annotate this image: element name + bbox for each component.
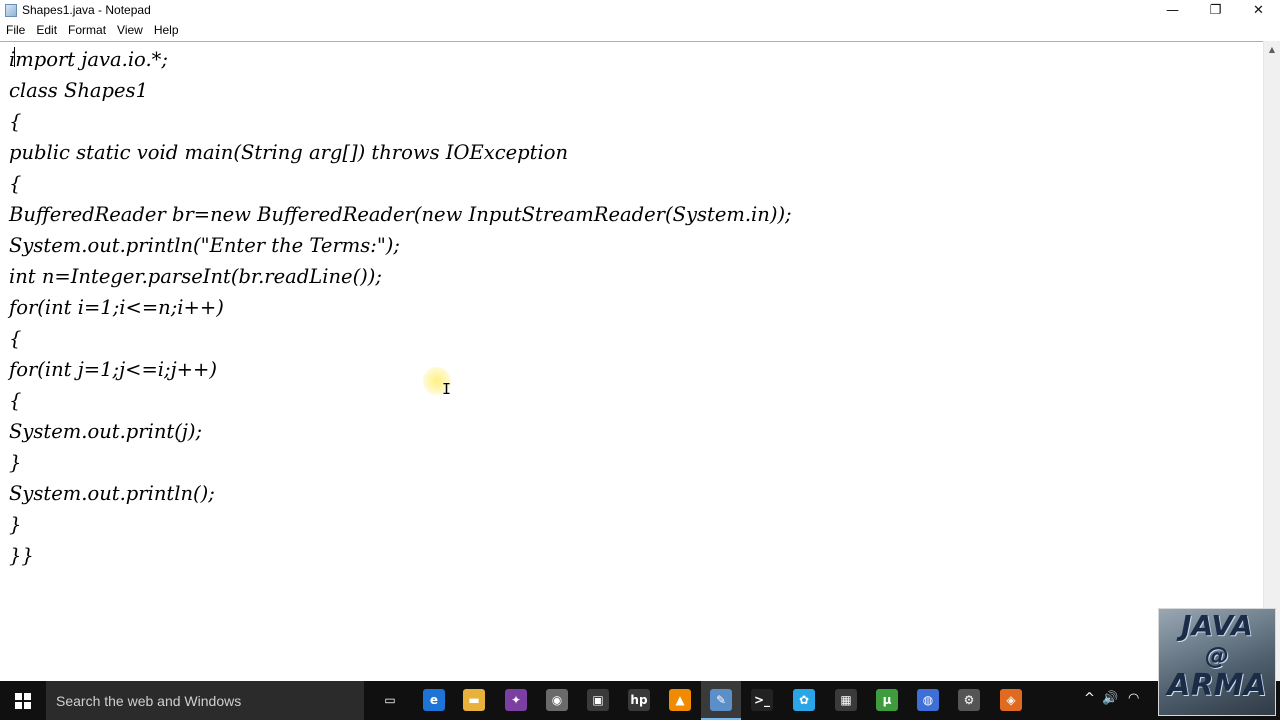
menu-help[interactable]: Help bbox=[148, 20, 184, 40]
code-text[interactable]: import java.io.*; class Shapes1 { public st… bbox=[9, 44, 792, 571]
code-line: System.out.println(); bbox=[9, 482, 215, 505]
ibeam-cursor-icon: I bbox=[442, 380, 452, 398]
tray-chevron-icon[interactable]: ^ bbox=[1084, 691, 1095, 706]
taskbar-app-1-icon[interactable]: ✦ bbox=[505, 689, 527, 711]
code-line: } bbox=[9, 451, 22, 474]
code-line: public static void main(String arg[]) th… bbox=[9, 141, 569, 164]
code-line: System.out.println("Enter the Terms:"); bbox=[9, 234, 400, 257]
taskbar-app-3-icon[interactable]: ◍ bbox=[917, 689, 939, 711]
menu-view[interactable]: View bbox=[111, 20, 148, 40]
vertical-scrollbar[interactable]: ▲ ▼ bbox=[1263, 41, 1280, 681]
window-title: Shapes1.java - Notepad bbox=[22, 3, 151, 17]
title-bar: Shapes1.java - Notepad — ❐ ✕ bbox=[0, 0, 1280, 20]
taskbar-hp-icon[interactable]: hp bbox=[628, 689, 650, 711]
code-line: { bbox=[9, 327, 22, 350]
menu-file[interactable]: File bbox=[0, 20, 30, 40]
taskbar-vlc-icon[interactable]: ▲ bbox=[669, 689, 691, 711]
network-icon[interactable]: ◠ bbox=[1128, 691, 1139, 706]
code-line: class Shapes1 bbox=[9, 79, 148, 102]
volume-icon[interactable]: 🔊 bbox=[1102, 691, 1118, 706]
minimize-button[interactable]: — bbox=[1151, 0, 1194, 20]
taskbar-app-5-icon[interactable]: ◈ bbox=[1000, 689, 1022, 711]
code-line: { bbox=[9, 389, 22, 412]
notepad-icon bbox=[5, 3, 17, 17]
taskbar-search[interactable]: Search the web and Windows bbox=[46, 681, 364, 720]
code-line: int n=Integer.parseInt(br.readLine()); bbox=[9, 265, 382, 288]
search-placeholder: Search the web and Windows bbox=[56, 692, 242, 709]
code-line: System.out.print(j); bbox=[9, 420, 203, 443]
menu-bar: File Edit Format View Help bbox=[0, 20, 1280, 40]
taskbar-utorrent-icon[interactable]: µ bbox=[876, 689, 898, 711]
restore-button[interactable]: ❐ bbox=[1194, 0, 1237, 20]
text-caret bbox=[14, 47, 15, 67]
code-line: BufferedReader br=new BufferedReader(new… bbox=[9, 203, 792, 226]
scroll-up-icon[interactable]: ▲ bbox=[1264, 41, 1280, 57]
code-line: import java.io.*; bbox=[9, 48, 168, 71]
taskbar-task-view-icon[interactable]: ▭ bbox=[379, 689, 401, 711]
start-button[interactable] bbox=[0, 681, 46, 720]
code-line: { bbox=[9, 110, 22, 133]
close-button[interactable]: ✕ bbox=[1237, 0, 1280, 20]
text-editor[interactable]: import java.io.*; class Shapes1 { public st… bbox=[0, 41, 1263, 682]
window-controls: — ❐ ✕ bbox=[1151, 0, 1280, 20]
menu-format[interactable]: Format bbox=[62, 20, 111, 40]
taskbar-app-2-icon[interactable]: ✿ bbox=[793, 689, 815, 711]
code-line: for(int i=1;i<=n;i++) bbox=[9, 296, 224, 319]
taskbar-chrome-icon[interactable]: ◉ bbox=[546, 689, 568, 711]
windows-logo-icon bbox=[15, 692, 31, 709]
taskbar: Search the web and Windows ▭ e ▬ ✦ ◉ ▣ hp ▲ ✎ >_ ✿… bbox=[0, 681, 1280, 720]
code-line: for(int j=1;j<=i;j++) bbox=[9, 358, 217, 381]
taskbar-calculator-icon[interactable]: ▦ bbox=[835, 689, 857, 711]
taskbar-cmd-icon[interactable]: >_ bbox=[751, 689, 773, 711]
menu-edit[interactable]: Edit bbox=[30, 20, 62, 40]
taskbar-file-explorer-icon[interactable]: ▬ bbox=[463, 689, 485, 711]
code-line: }} bbox=[9, 544, 34, 567]
java-arma-logo: JAVA @ ARMA bbox=[1158, 608, 1276, 716]
taskbar-edge-icon[interactable]: e bbox=[423, 689, 445, 711]
taskbar-app-4-icon[interactable]: ⚙ bbox=[958, 689, 980, 711]
taskbar-store-icon[interactable]: ▣ bbox=[587, 689, 609, 711]
code-line: } bbox=[9, 513, 22, 536]
taskbar-notepad-icon[interactable]: ✎ bbox=[710, 689, 732, 711]
code-line: { bbox=[9, 172, 22, 195]
